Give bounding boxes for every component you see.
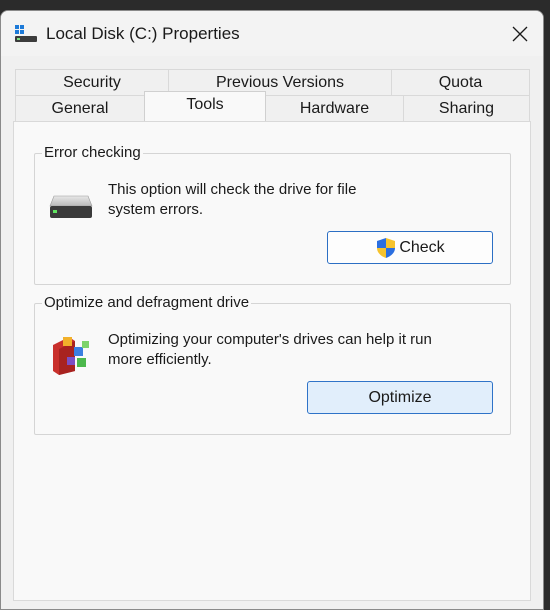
optimize-group: Optimize and defragment drive Optimizing… <box>34 294 511 435</box>
defrag-icon <box>53 337 89 375</box>
optimize-button-label: Optimize <box>368 388 432 406</box>
tab-general[interactable]: General <box>15 95 145 121</box>
close-button[interactable] <box>497 11 543 56</box>
tab-quota[interactable]: Quota <box>391 69 530 95</box>
close-icon <box>512 26 528 41</box>
error-checking-group: Error checking This option will check th… <box>34 144 511 285</box>
error-checking-description-line2: system errors. <box>108 201 204 218</box>
optimize-description-line2: more efficiently. <box>108 351 212 368</box>
tools-panel: Error checking This option will check th… <box>13 121 531 601</box>
error-checking-title: Error checking <box>42 144 143 161</box>
window-title: Local Disk (C:) Properties <box>46 24 240 43</box>
tab-sharing[interactable]: Sharing <box>403 95 530 121</box>
check-button[interactable]: Check <box>327 231 493 264</box>
error-checking-description-line1: This option will check the drive for fil… <box>108 181 357 198</box>
optimize-title: Optimize and defragment drive <box>42 294 252 311</box>
tab-strip: Security Previous Versions Quota General… <box>1 69 543 124</box>
optimize-button[interactable]: Optimize <box>307 381 493 414</box>
tab-tools[interactable]: Tools <box>144 91 266 121</box>
tab-hardware[interactable]: Hardware <box>265 95 404 121</box>
check-button-label: Check <box>399 238 445 256</box>
properties-window: Local Disk (C:) Properties Security Prev… <box>0 10 544 610</box>
optimize-description-line1: Optimizing your computer's drives can he… <box>108 331 432 348</box>
hard-drive-icon <box>49 195 93 218</box>
drive-properties-icon <box>15 25 37 42</box>
title-bar: Local Disk (C:) Properties <box>1 11 543 56</box>
uac-shield-icon <box>377 237 396 258</box>
